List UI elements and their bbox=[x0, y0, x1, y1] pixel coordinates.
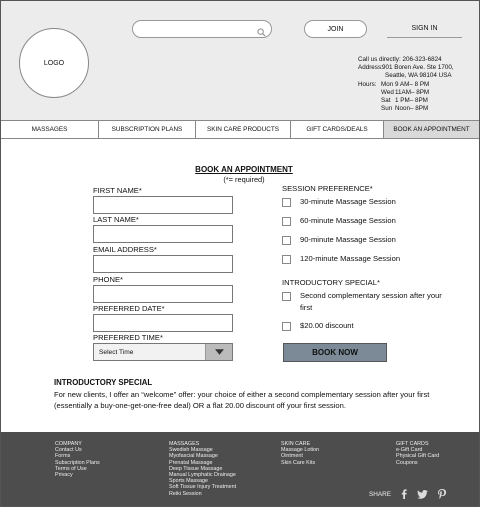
tab-subscription-plans[interactable]: SUBSCRIPTION PLANS bbox=[99, 121, 196, 138]
address-line1: 901 Boren Ave. Ste 1700, bbox=[382, 64, 454, 72]
logo-text: LOGO bbox=[43, 59, 65, 67]
footer-link[interactable]: Subscription Plans bbox=[55, 460, 100, 466]
call-label: Call us directly: bbox=[358, 56, 401, 63]
footer-massages: MASSAGES Swedish Massage Myofascial Mass… bbox=[169, 441, 236, 497]
preferred-time-label: PREFERRED TIME* bbox=[93, 333, 163, 342]
search-icon[interactable] bbox=[257, 24, 266, 42]
hours-day: Sun bbox=[381, 105, 393, 113]
first-name-field[interactable] bbox=[93, 196, 233, 214]
main-nav: MASSAGES SUBSCRIPTION PLANS SKIN CARE PR… bbox=[1, 120, 479, 139]
logo[interactable]: LOGO bbox=[19, 28, 89, 98]
special-option[interactable]: $20.00 discount bbox=[282, 321, 354, 332]
phone-label: PHONE* bbox=[93, 275, 123, 284]
email-field[interactable] bbox=[93, 255, 233, 273]
checkbox[interactable] bbox=[282, 292, 291, 301]
session-option-label: 90-minute Massage Session bbox=[300, 235, 396, 244]
facebook-icon[interactable] bbox=[401, 489, 407, 499]
footer-company: COMPANY Contact Us Forms Subscription Pl… bbox=[55, 441, 100, 478]
first-name-label: FIRST NAME* bbox=[93, 186, 142, 195]
session-preference-heading: SESSION PREFERENCE* bbox=[282, 184, 373, 193]
tab-book-an-appointment[interactable]: BOOK AN APPOINTMENT bbox=[384, 121, 479, 138]
introductory-special-heading: INTRODUCTORY SPECIAL* bbox=[282, 278, 380, 287]
select-value: Select Time bbox=[99, 348, 134, 356]
footer-link[interactable]: Coupons bbox=[396, 460, 439, 466]
hours-time: 11AM– 8PM bbox=[395, 88, 430, 96]
hours-day: Mon bbox=[381, 80, 394, 88]
footer-link[interactable]: Physical Gift Card bbox=[396, 453, 439, 459]
session-option-label: 120-minute Massage Session bbox=[300, 254, 401, 263]
search-input[interactable] bbox=[132, 20, 272, 38]
special-option-line1: Second complementary session after your bbox=[300, 291, 442, 300]
tab-gift-cards-deals[interactable]: GIFT CARDS/DEALS bbox=[291, 121, 384, 138]
header: LOGO JOIN SIGN IN Call us directly: 206-… bbox=[1, 1, 479, 120]
special-option-label: Second complementary session after your f… bbox=[300, 290, 442, 314]
checkbox[interactable] bbox=[282, 255, 291, 264]
footer: COMPANY Contact Us Forms Subscription Pl… bbox=[1, 432, 479, 506]
join-button[interactable]: JOIN bbox=[304, 20, 367, 38]
chevron-down-icon[interactable] bbox=[205, 344, 232, 360]
contact-info: Call us directly: 206-323-6824 Address: 9… bbox=[358, 56, 454, 113]
share-label: SHARE bbox=[369, 490, 392, 498]
checkbox[interactable] bbox=[282, 322, 291, 331]
pinterest-icon[interactable] bbox=[438, 489, 447, 499]
footer-link[interactable]: Soft Tissue Injury Treatment bbox=[169, 484, 236, 490]
form-title: BOOK AN APPOINTMENT bbox=[195, 165, 293, 174]
sign-in-link[interactable]: SIGN IN bbox=[387, 20, 462, 38]
twitter-icon[interactable] bbox=[417, 489, 428, 499]
hours-label: Hours: bbox=[358, 80, 377, 88]
session-option[interactable]: 60-minute Massage Session bbox=[282, 216, 396, 227]
preferred-date-label: PREFERRED DATE* bbox=[93, 304, 165, 313]
hours-time: 9 AM– 8 PM bbox=[395, 80, 430, 88]
tab-massages[interactable]: MASSAGES bbox=[1, 121, 99, 138]
footer-link[interactable]: Skin Care Kits bbox=[281, 460, 319, 466]
session-option[interactable]: 120-minute Massage Session bbox=[282, 254, 401, 265]
preferred-time-select[interactable]: Select Time bbox=[93, 343, 233, 361]
phone-number: 206-323-6824 bbox=[402, 56, 442, 63]
tab-skin-care-products[interactable]: SKIN CARE PRODUCTS bbox=[196, 121, 291, 138]
footer-skin-care: SKIN CARE Massage Lotion Ointment Skin C… bbox=[281, 441, 319, 466]
last-name-field[interactable] bbox=[93, 225, 233, 243]
address-label: Address: bbox=[358, 64, 383, 72]
special-option-label: $20.00 discount bbox=[300, 321, 354, 330]
special-option[interactable]: Second complementary session after your f… bbox=[282, 290, 442, 314]
book-now-button[interactable]: BOOK NOW bbox=[283, 343, 387, 362]
checkbox[interactable] bbox=[282, 198, 291, 207]
page-frame: LOGO JOIN SIGN IN Call us directly: 206-… bbox=[0, 0, 480, 507]
hours-time: Noon– 8PM bbox=[395, 105, 429, 113]
checkbox[interactable] bbox=[282, 236, 291, 245]
share-bar: SHARE bbox=[369, 489, 447, 499]
required-note: (*= required) bbox=[223, 175, 265, 184]
address-line2: Seattle, WA 98104 USA bbox=[385, 72, 452, 80]
checkbox[interactable] bbox=[282, 217, 291, 226]
hours-day: Sat bbox=[381, 97, 391, 105]
intro-title: INTRODUCTORY SPECIAL bbox=[54, 378, 153, 387]
session-option-label: 60-minute Massage Session bbox=[300, 216, 396, 225]
last-name-label: LAST NAME* bbox=[93, 215, 139, 224]
email-label: EMAIL ADDRESS* bbox=[93, 245, 157, 254]
phone-field[interactable] bbox=[93, 285, 233, 303]
session-option-label: 30-minute Massage Session bbox=[300, 197, 396, 206]
hours-day: Wed bbox=[381, 88, 394, 96]
intro-body: For new clients, I offer an “welcome” of… bbox=[54, 390, 430, 410]
session-option[interactable]: 90-minute Massage Session bbox=[282, 235, 396, 246]
preferred-date-field[interactable] bbox=[93, 314, 233, 332]
special-option-line2: first bbox=[300, 303, 313, 312]
footer-link[interactable]: Reiki Session bbox=[169, 491, 236, 497]
hours-time: 1 PM– 8PM bbox=[395, 97, 428, 105]
footer-gift-cards: GIFT CARDS e-Gift Card Physical Gift Car… bbox=[396, 441, 439, 466]
footer-link[interactable]: Privacy bbox=[55, 472, 100, 478]
session-option[interactable]: 30-minute Massage Session bbox=[282, 197, 396, 208]
